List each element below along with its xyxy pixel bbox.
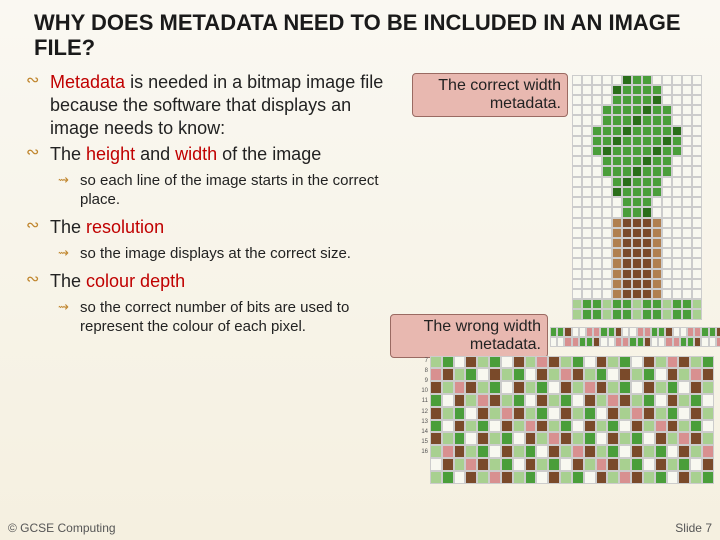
bullet-column: Metadata is needed in a bitmap image fil…: [20, 71, 390, 343]
bullet-2-pre: The: [50, 144, 86, 164]
bullet-4-keyword: colour depth: [86, 271, 185, 291]
row-numbers: 78910111213141516: [418, 356, 428, 458]
footer-slide-number: Slide 7: [675, 521, 712, 535]
callout-correct-width: The correct width metadata.: [412, 73, 568, 118]
bitmap-correct: [572, 75, 702, 320]
bullet-2-rest: of the image: [217, 144, 321, 164]
bullet-2-mid: and: [135, 144, 175, 164]
bullet-4: The colour depth so the correct number o…: [20, 270, 390, 337]
callout-wrong-width: The wrong width metadata.: [390, 314, 548, 359]
footer: © GCSE Computing Slide 7: [8, 521, 712, 535]
slide-title: WHY DOES METADATA NEED TO BE INCLUDED IN…: [0, 0, 720, 71]
bullet-3-keyword: resolution: [86, 217, 164, 237]
bullet-2-width: width: [175, 144, 217, 164]
bullet-2-height: height: [86, 144, 135, 164]
bullet-3-sub: so the image displays at the correct siz…: [50, 245, 390, 264]
bullet-2-sub: so each line of the image starts in the …: [50, 172, 390, 210]
bullet-2: The height and width of the image so eac…: [20, 143, 390, 210]
bullet-4-sub: so the correct number of bits are used t…: [50, 299, 390, 337]
bullet-3: The resolution so the image displays at …: [20, 216, 390, 264]
bullet-1: Metadata is needed in a bitmap image fil…: [20, 71, 390, 141]
bitmap-wrong-top: [550, 327, 720, 347]
bitmap-wrong-bottom: [430, 356, 714, 484]
content-area: Metadata is needed in a bitmap image fil…: [0, 71, 720, 343]
bullet-4-pre: The: [50, 271, 86, 291]
illustration-column: The correct width metadata. The wrong wi…: [390, 71, 710, 343]
footer-copyright: © GCSE Computing: [8, 521, 116, 535]
bullet-3-pre: The: [50, 217, 86, 237]
bullet-1-keyword: Metadata: [50, 72, 125, 92]
